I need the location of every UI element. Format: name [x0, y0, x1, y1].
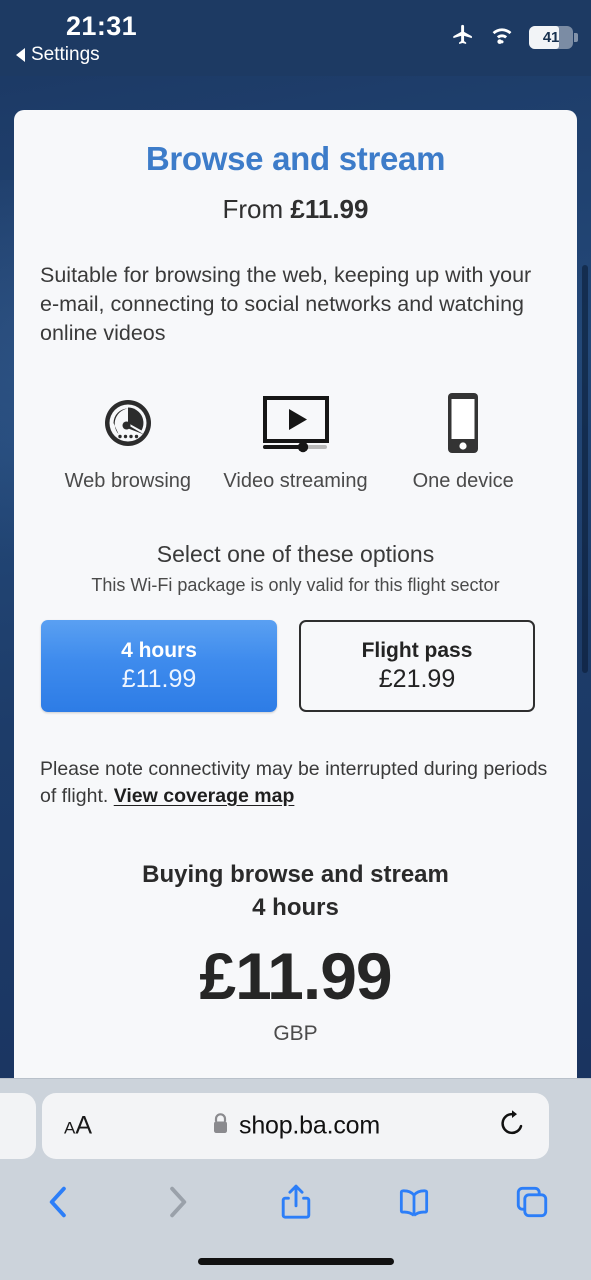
page-scrollbar[interactable] — [582, 265, 588, 673]
airplane-icon — [450, 22, 475, 52]
back-to-settings-label: Settings — [31, 44, 100, 65]
package-description: Suitable for browsing the web, keeping u… — [40, 263, 532, 345]
back-to-settings-link[interactable]: Settings — [16, 44, 100, 66]
bookmarks-button[interactable] — [355, 1186, 473, 1218]
safari-toolbar — [0, 1171, 591, 1233]
status-bar-indicators: 41 — [450, 22, 578, 52]
option-price: £21.99 — [378, 664, 456, 693]
address-bar-content: shop.ba.com — [42, 1112, 549, 1141]
battery-percentage: 41 — [542, 28, 560, 46]
option-4-hours[interactable]: 4 hours £11.99 — [41, 620, 277, 712]
purchase-total-price: £11.99 — [199, 939, 392, 1013]
speedometer-icon — [97, 390, 159, 456]
from-label: From — [222, 194, 291, 224]
forward-button[interactable] — [118, 1185, 236, 1219]
address-bar[interactable]: A A shop.ba.com — [42, 1093, 549, 1159]
smartphone-icon — [441, 390, 485, 456]
reload-button[interactable] — [497, 1109, 527, 1144]
purchase-summary-heading: Buying browse and stream 4 hours — [40, 858, 551, 924]
battery-indicator: 41 — [529, 25, 578, 49]
option-name: 4 hours — [121, 638, 197, 662]
from-price-value: £11.99 — [290, 194, 369, 224]
back-triangle-icon — [16, 48, 25, 62]
purchase-currency: GBP — [273, 1022, 318, 1045]
feature-web-browsing: Web browsing — [44, 390, 212, 493]
ios-status-bar: 21:31 Settings 41 — [0, 0, 591, 76]
adjacent-tab-preview[interactable] — [0, 1093, 36, 1159]
home-indicator — [197, 1258, 394, 1265]
feature-label: One device — [412, 470, 514, 492]
select-options-subheading: This Wi-Fi package is only valid for thi… — [91, 575, 500, 595]
status-bar-clock: 21:31 — [66, 11, 138, 41]
option-flight-pass[interactable]: Flight pass £21.99 — [299, 620, 535, 712]
from-price-subtitle: From £11.99 — [40, 194, 551, 225]
back-button[interactable] — [0, 1185, 118, 1219]
feature-label: Video streaming — [223, 470, 368, 492]
share-button[interactable] — [236, 1183, 354, 1221]
option-name: Flight pass — [361, 638, 473, 662]
url-text: shop.ba.com — [239, 1111, 380, 1140]
wifi-package-card: Browse and stream From £11.99 Suitable f… — [14, 110, 577, 1078]
video-player-icon — [259, 390, 333, 456]
feature-label: Web browsing — [64, 470, 192, 492]
safari-bottom-bar: A A shop.ba.com — [0, 1078, 591, 1280]
purchase-summary-line-2: 4 hours — [252, 894, 339, 921]
lock-icon — [211, 1112, 230, 1140]
purchase-summary-line-1: Buying browse and stream — [142, 861, 449, 888]
connectivity-note: Please note connectivity may be interrup… — [40, 756, 551, 810]
feature-video-streaming: Video streaming — [212, 390, 380, 493]
view-coverage-map-link[interactable]: View coverage map — [114, 785, 295, 807]
select-options-heading: Select one of these options — [156, 541, 435, 567]
wifi-icon — [489, 24, 515, 50]
battery-cap — [574, 32, 578, 42]
page-title: Browse and stream — [145, 140, 446, 177]
web-page-viewport: Browse and stream From £11.99 Suitable f… — [0, 0, 591, 1078]
package-options: 4 hours £11.99 Flight pass £21.99 — [40, 620, 551, 712]
tabs-button[interactable] — [473, 1185, 591, 1219]
option-price: £11.99 — [121, 664, 197, 693]
feature-list: Web browsing Video streaming One device — [40, 390, 551, 493]
feature-one-device: One device — [379, 390, 547, 493]
